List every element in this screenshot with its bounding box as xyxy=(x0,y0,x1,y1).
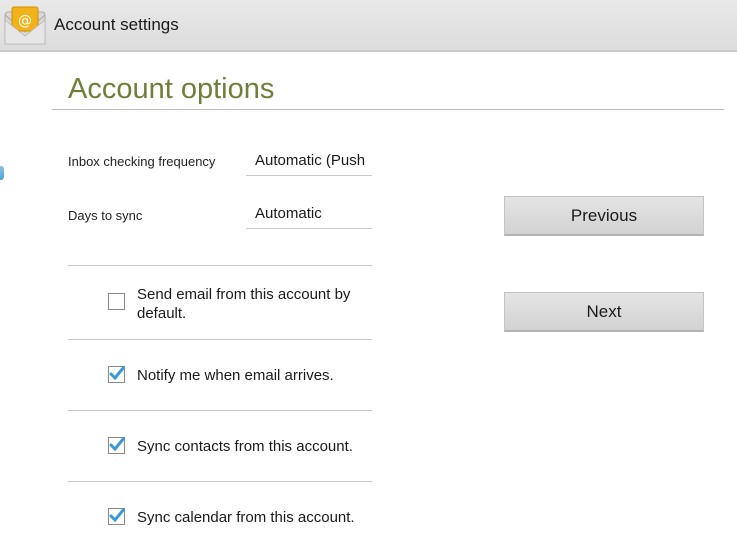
sync-calendar-checkbox[interactable] xyxy=(108,508,125,525)
email-app-icon[interactable]: @ xyxy=(4,6,46,46)
inbox-frequency-label: Inbox checking frequency xyxy=(68,154,216,169)
days-to-sync-label: Days to sync xyxy=(68,208,143,223)
default-account-label: Send email from this account by default. xyxy=(137,286,351,322)
app-title: Account settings xyxy=(54,15,179,34)
title-divider xyxy=(52,109,724,110)
scroll-edge-indicator xyxy=(0,166,4,180)
notify-label: Notify me when email arrives. xyxy=(137,367,334,384)
days-to-sync-spinner[interactable]: Automatic xyxy=(246,205,372,229)
next-button[interactable]: Next xyxy=(504,292,704,332)
divider xyxy=(68,265,372,266)
divider xyxy=(68,481,372,482)
inbox-frequency-value: Automatic (Push xyxy=(255,152,366,169)
divider xyxy=(68,410,372,411)
default-account-checkbox[interactable] xyxy=(108,293,125,310)
sync-contacts-checkbox[interactable] xyxy=(108,437,125,454)
days-to-sync-value: Automatic xyxy=(255,205,322,222)
sync-contacts-label: Sync contacts from this account. xyxy=(137,438,353,455)
page-title: Account options xyxy=(68,73,275,105)
divider xyxy=(68,339,372,340)
previous-button[interactable]: Previous xyxy=(504,196,704,236)
notify-checkbox[interactable] xyxy=(108,366,125,383)
sync-calendar-label: Sync calendar from this account. xyxy=(137,509,355,526)
svg-text:@: @ xyxy=(18,13,32,29)
action-bar: @ Account settings xyxy=(0,0,737,52)
inbox-frequency-spinner[interactable]: Automatic (Push xyxy=(246,152,372,176)
